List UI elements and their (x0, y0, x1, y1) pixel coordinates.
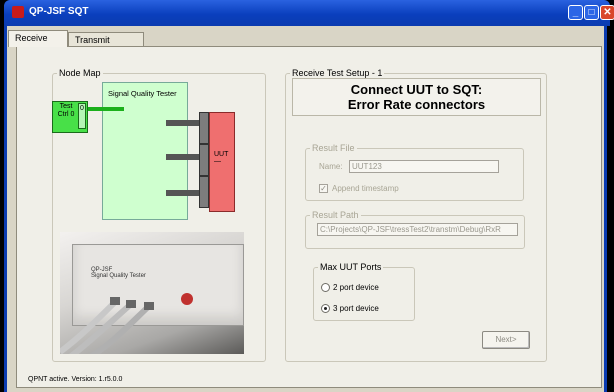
test-ctrl-label: Test Ctrl 0 (57, 103, 75, 118)
port-cable (166, 120, 200, 126)
photo-caption: QP-JSF Signal Quality Tester (91, 267, 146, 279)
tester-port (199, 144, 209, 176)
status-text: QPNT active. Version: 1.r5.0.0 (28, 376, 123, 383)
ctrl-link (86, 107, 124, 111)
result-path-input[interactable] (317, 223, 518, 236)
port-cable (166, 190, 200, 196)
application-window: QP-JSF SQT _ □ ✕ Receive Transmit Node M… (0, 0, 614, 392)
title-bar[interactable]: QP-JSF SQT _ □ ✕ (4, 0, 614, 26)
result-path-legend: Result Path (312, 210, 359, 220)
port-cable (166, 154, 200, 160)
receive-setup-legend: Receive Test Setup - 1 (292, 68, 383, 78)
append-timestamp-label: Append timestamp (332, 184, 399, 193)
uut-label: UUT — (214, 151, 228, 165)
test-ctrl-port: 0 (78, 103, 86, 129)
node-map-legend: Node Map (59, 68, 101, 78)
uut-label-text: UUT (214, 151, 229, 158)
app-icon[interactable] (12, 6, 24, 18)
tab-transmit[interactable]: Transmit (68, 32, 144, 46)
instruction-banner: Connect UUT to SQT: Error Rate connector… (292, 78, 541, 116)
instruction-line-1: Connect UUT to SQT: (350, 82, 483, 97)
instruction-line-2: Error Rate connectors (347, 97, 486, 112)
result-file-legend: Result File (312, 143, 355, 153)
radio-3-port[interactable] (321, 304, 330, 313)
minimize-button[interactable]: _ (568, 5, 583, 20)
tab-receive[interactable]: Receive (8, 30, 68, 47)
maximize-button[interactable]: □ (584, 5, 599, 20)
signal-quality-tester-node (102, 82, 188, 220)
max-ports-legend: Max UUT Ports (320, 262, 382, 272)
tester-port (199, 112, 209, 144)
radio-2-port[interactable] (321, 283, 330, 292)
device-photo: QP-JSF Signal Quality Tester (60, 232, 244, 354)
next-button[interactable]: Next> (482, 331, 530, 349)
append-timestamp-checkbox[interactable]: ✓ (319, 184, 328, 193)
window-title: QP-JSF SQT (29, 6, 89, 17)
uut-sub-label: — (214, 158, 221, 165)
radio-3-port-label[interactable]: 3 port device (333, 304, 379, 313)
quantum-logo-icon (181, 293, 193, 305)
photo-cables (60, 297, 154, 354)
result-name-input[interactable] (349, 160, 499, 173)
radio-2-port-label[interactable]: 2 port device (333, 283, 379, 292)
tester-port (199, 176, 209, 208)
name-label: Name: (319, 162, 343, 171)
close-button[interactable]: ✕ (600, 5, 614, 20)
signal-quality-tester-label: Signal Quality Tester (108, 89, 177, 98)
